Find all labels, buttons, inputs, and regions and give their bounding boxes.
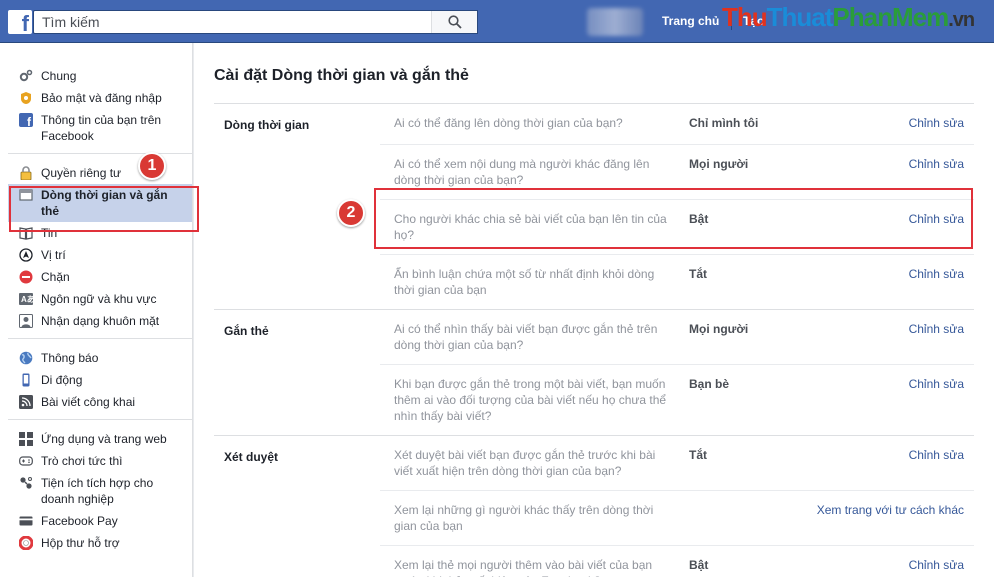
sidebar-item-language-and-region[interactable]: Aあ Ngôn ngữ và khu vực — [8, 288, 192, 310]
search-input[interactable] — [34, 11, 434, 33]
sidebar-item-instant-games[interactable]: Trò chơi tức thì — [8, 450, 192, 472]
timeline-tagging-settings-panel: Cài đặt Dòng thời gian và gắn thẻ Dòng t… — [194, 43, 994, 577]
sidebar-item-security[interactable]: Bảo mật và đăng nhập — [8, 87, 192, 109]
sidebar-item-general[interactable]: Chung — [8, 65, 192, 87]
search-button[interactable] — [431, 11, 477, 33]
sidebar-group-general: Chung Bảo mật và đăng nhập f Thông tin c… — [8, 43, 192, 154]
section-review: Xét duyệt Xét duyệt bài viết bạn được gắ… — [214, 435, 974, 577]
setting-question: Ai có thể đăng lên dòng thời gian của bạ… — [394, 116, 623, 130]
annotation-step-badge: 2 — [337, 199, 365, 227]
sidebar-item-mobile[interactable]: Di động — [8, 369, 192, 391]
search-box — [33, 10, 478, 34]
facebook-icon: f — [18, 112, 34, 128]
apps-icon — [18, 431, 34, 447]
rss-icon — [18, 394, 34, 410]
edit-link[interactable]: Chỉnh sửa — [814, 266, 974, 298]
sidebar-group-apps: Ứng dụng và trang web Trò chơi tức thì T… — [8, 420, 192, 560]
search-icon — [447, 15, 462, 29]
setting-row: Khi bạn được gắn thẻ trong một bài viết,… — [380, 364, 974, 435]
sidebar-item-public-posts[interactable]: Bài viết công khai — [8, 391, 192, 413]
nav-home-link[interactable]: Trang chủ — [662, 14, 719, 28]
setting-value: Bạn bè — [689, 377, 730, 391]
card-icon — [18, 513, 34, 529]
location-icon — [18, 247, 34, 263]
view-as-link[interactable]: Xem trang với tư cách khác — [814, 502, 974, 534]
setting-value: Tắt — [689, 448, 707, 462]
sidebar-group-notifications: Thông báo Di động Bài viết công khai — [8, 339, 192, 420]
mobile-icon — [18, 372, 34, 388]
top-navigation-bar: f Trang chủ Tạo ThuThuatPhanMem.vn — [0, 0, 994, 43]
language-icon: Aあ — [18, 291, 34, 307]
face-recognition-icon — [18, 313, 34, 329]
edit-link[interactable]: Chỉnh sửa — [814, 376, 974, 424]
setting-row: Xét duyệt bài viết bạn được gắn thẻ trướ… — [380, 436, 974, 490]
business-integration-icon — [18, 475, 34, 491]
lifebuoy-icon — [18, 535, 34, 551]
edit-link[interactable]: Chỉnh sửa — [814, 321, 974, 353]
setting-value — [674, 502, 814, 534]
settings-sidebar: Chung Bảo mật và đăng nhập f Thông tin c… — [0, 43, 193, 577]
section-label: Gắn thẻ — [224, 324, 269, 338]
globe-icon — [18, 350, 34, 366]
gears-icon — [18, 68, 34, 84]
setting-row: Xem lại những gì người khác thấy trên dò… — [380, 490, 974, 545]
setting-question: Xem lại thẻ mọi người thêm vào bài viết … — [394, 558, 653, 577]
setting-value: Tắt — [689, 267, 707, 281]
edit-link[interactable]: Chỉnh sửa — [814, 557, 974, 577]
sidebar-item-facebook-pay[interactable]: Facebook Pay — [8, 510, 192, 532]
setting-row: Xem lại thẻ mọi người thêm vào bài viết … — [380, 545, 974, 577]
profile-avatar[interactable] — [587, 8, 643, 36]
edit-link[interactable]: Chỉnh sửa — [814, 115, 974, 133]
setting-question: Ẩn bình luận chứa một số từ nhất định kh… — [394, 267, 655, 297]
sidebar-item-face-recognition[interactable]: Nhận dạng khuôn mặt — [8, 310, 192, 332]
sidebar-item-your-facebook-info[interactable]: f Thông tin của bạn trên Facebook — [8, 109, 192, 147]
sidebar-item-support-inbox[interactable]: Hộp thư hỗ trợ — [8, 532, 192, 554]
block-icon — [18, 269, 34, 285]
annotation-step-badge: 1 — [138, 152, 166, 180]
settings-table: Dòng thời gian Ai có thể đăng lên dòng t… — [214, 103, 974, 577]
setting-row: Ai có thể nhìn thấy bài viết bạn được gắ… — [380, 310, 974, 364]
sidebar-item-blocking[interactable]: Chặn — [8, 266, 192, 288]
section-tagging: Gắn thẻ Ai có thể nhìn thấy bài viết bạn… — [214, 309, 974, 435]
gamepad-icon — [18, 453, 34, 469]
setting-question: Ai có thể xem nội dung mà người khác đăn… — [394, 157, 650, 187]
setting-question: Xét duyệt bài viết bạn được gắn thẻ trướ… — [394, 448, 656, 478]
setting-question: Ai có thể nhìn thấy bài viết bạn được gắ… — [394, 322, 658, 352]
setting-value: Chỉ mình tôi — [689, 116, 759, 130]
setting-question: Khi bạn được gắn thẻ trong một bài viết,… — [394, 377, 667, 423]
sidebar-group-privacy: Quyền riêng tư Dòng thời gian và gắn thẻ… — [8, 154, 192, 339]
setting-question: Xem lại những gì người khác thấy trên dò… — [394, 503, 654, 533]
annotation-highlight-sidebar — [9, 186, 199, 232]
annotation-highlight-share-setting — [374, 188, 973, 249]
sidebar-item-apps-and-websites[interactable]: Ứng dụng và trang web — [8, 428, 192, 450]
page-title: Cài đặt Dòng thời gian và gắn thẻ — [214, 67, 469, 84]
sidebar-item-notifications[interactable]: Thông báo — [8, 347, 192, 369]
edit-link[interactable]: Chỉnh sửa — [814, 156, 974, 188]
setting-value: Mọi người — [689, 322, 749, 336]
site-watermark: ThuThuatPhanMem.vn — [722, 2, 975, 32]
sidebar-item-business-integrations[interactable]: Tiện ích tích hợp cho doanh nghiệp — [8, 472, 192, 510]
edit-link[interactable]: Chỉnh sửa — [814, 447, 974, 479]
setting-value: Mọi người — [689, 157, 749, 171]
setting-value: Bật — [689, 558, 709, 572]
facebook-logo-icon[interactable]: f — [8, 10, 32, 36]
section-label: Dòng thời gian — [224, 118, 310, 132]
sidebar-item-location[interactable]: Vị trí — [8, 244, 192, 266]
setting-row: Ai có thể đăng lên dòng thời gian của bạ… — [380, 104, 974, 144]
setting-row: Ẩn bình luận chứa một số từ nhất định kh… — [380, 254, 974, 309]
lock-icon — [18, 165, 34, 181]
section-label: Xét duyệt — [224, 450, 279, 464]
svg-text:Aあ: Aあ — [21, 295, 33, 304]
security-badge-icon — [18, 90, 34, 106]
